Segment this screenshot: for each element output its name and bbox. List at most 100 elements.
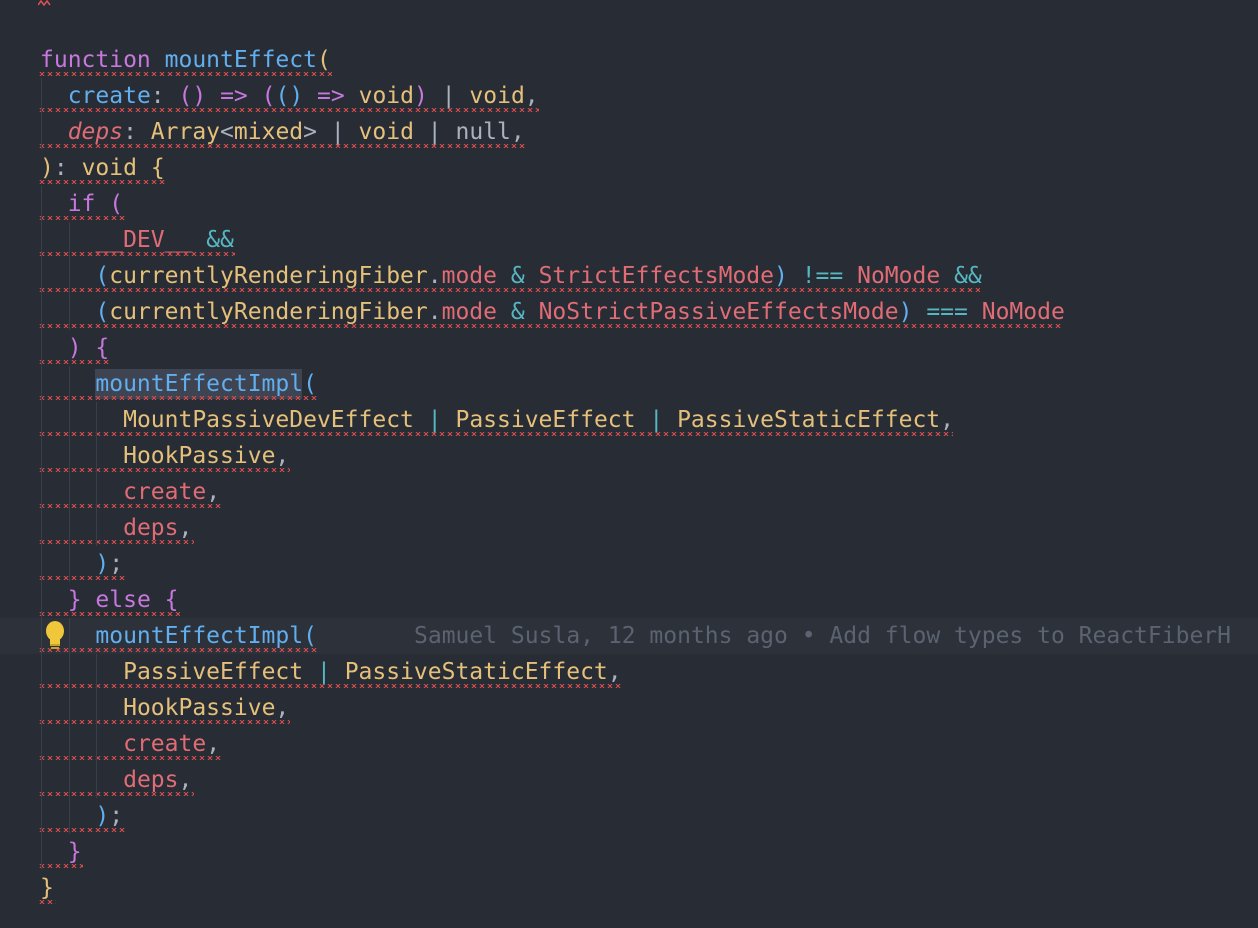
indent-guide	[68, 402, 70, 438]
code-editor[interactable]: function mountEffect( create: () => (() …	[0, 0, 1258, 928]
error-squiggle	[38, 180, 166, 184]
code-token: Array	[150, 119, 221, 145]
indent-guide	[68, 474, 70, 510]
error-squiggle	[38, 720, 290, 724]
indent-guide	[41, 258, 42, 294]
error-squiggle	[38, 144, 525, 148]
code-token: (	[303, 371, 317, 397]
code-token: ()	[275, 83, 304, 109]
code-token: )	[67, 335, 82, 361]
code-token: ,	[524, 83, 539, 109]
indent-guide	[41, 726, 42, 762]
indent-guide	[41, 330, 42, 366]
code-token: ===	[926, 299, 968, 325]
code-token: (	[303, 623, 317, 649]
code-token: {	[95, 335, 110, 361]
code-token: PassiveEffect	[123, 659, 304, 685]
code-token: StrictEffectsMode	[538, 263, 774, 289]
code-token: :	[123, 119, 151, 145]
code-token: mountEffectImpl	[95, 623, 304, 649]
error-squiggle	[38, 684, 622, 688]
code-token: (	[95, 263, 110, 289]
code-token: create	[123, 731, 207, 757]
indent-guide	[68, 510, 70, 546]
code-token: }	[67, 587, 82, 613]
code-token: void	[469, 83, 525, 109]
code-token: &	[510, 263, 525, 289]
code-token: (	[109, 191, 124, 217]
code-token: > |	[303, 119, 359, 145]
code-token: currentlyRenderingFiber	[109, 299, 428, 325]
code-token: |	[427, 83, 470, 109]
code-token: if	[67, 191, 96, 217]
code-token: )	[773, 263, 788, 289]
code-token: NoStrictPassiveEffectsMode	[538, 299, 899, 325]
error-squiggle	[38, 252, 235, 256]
indent-guide	[41, 222, 42, 258]
indent-guide	[96, 510, 98, 546]
code-token: ,	[206, 479, 221, 505]
indent-guide	[41, 402, 42, 438]
indent-guide	[96, 726, 98, 762]
indent-guide	[41, 114, 42, 150]
code-token: else	[95, 587, 151, 613]
indent-guide	[41, 474, 42, 510]
code-token: ,	[940, 407, 955, 433]
code-token: )	[95, 803, 110, 829]
error-squiggle	[38, 792, 194, 796]
indent-guide	[41, 510, 42, 546]
code-token: {	[164, 587, 179, 613]
code-token: )	[414, 83, 428, 109]
error-squiggle	[38, 324, 1063, 328]
code-token: ,	[206, 731, 221, 757]
code-token: }	[40, 875, 54, 901]
code-token: {	[150, 155, 165, 181]
code-token: mixed	[233, 119, 304, 145]
error-squiggle	[38, 648, 318, 652]
indent-guide	[41, 834, 42, 870]
indent-guide	[68, 258, 70, 294]
lightbulb-icon[interactable]	[44, 620, 66, 650]
indent-guide	[41, 582, 42, 618]
code-token: PassiveStaticEffect	[344, 659, 608, 685]
error-squiggle	[38, 828, 125, 832]
indent-guide	[68, 762, 70, 798]
code-token: .	[427, 263, 442, 289]
error-squiggle	[38, 396, 318, 400]
indent-guide	[68, 726, 70, 762]
code-token: |	[413, 119, 456, 145]
indent-guide	[96, 402, 98, 438]
code-token: mountEffectImpl	[95, 371, 304, 397]
indent-guide	[41, 438, 42, 474]
error-squiggle	[38, 576, 125, 580]
code-token: HookPassive	[123, 443, 276, 469]
error-squiggle	[38, 432, 953, 436]
code-token: ,	[275, 443, 290, 469]
code-token: ,	[275, 695, 290, 721]
git-blame-annotation: Samuel Susla, 12 months ago • Add flow t…	[414, 623, 1231, 649]
error-squiggle	[38, 900, 56, 904]
code-token: null	[455, 119, 511, 145]
indent-guide	[96, 654, 98, 690]
